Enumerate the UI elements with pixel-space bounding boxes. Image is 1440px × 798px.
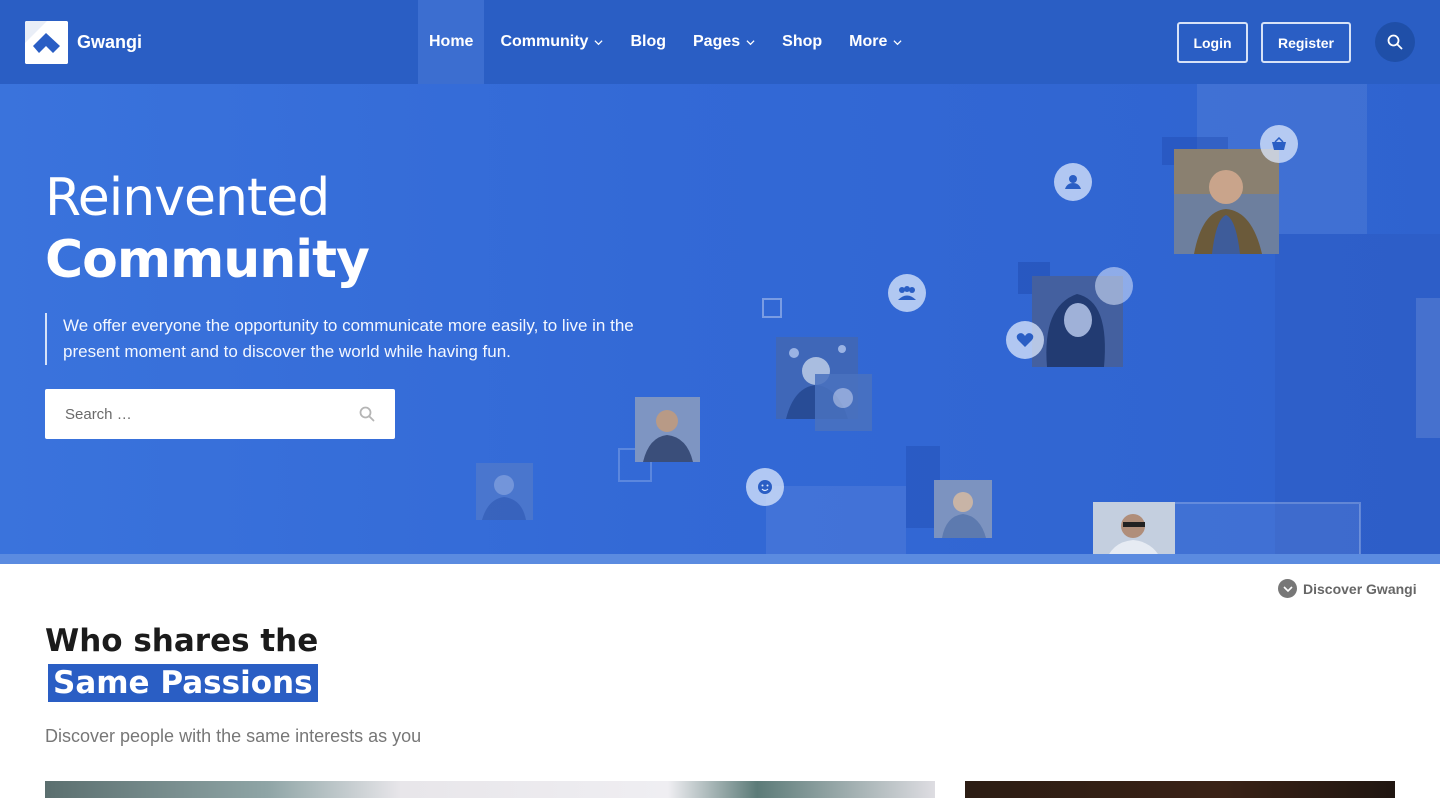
heart-icon xyxy=(1006,321,1044,359)
interest-card-image[interactable] xyxy=(45,781,935,798)
member-photo xyxy=(934,480,992,538)
nav-more-label: More xyxy=(849,33,888,50)
brand-name: Gwangi xyxy=(77,32,143,52)
hero-deco-square xyxy=(1165,502,1361,562)
hero-deco-panel xyxy=(766,486,906,556)
nav-blog-label: Blog xyxy=(630,33,666,50)
hero-title-line2: Community xyxy=(45,230,370,290)
chevron-down-icon xyxy=(594,39,603,45)
smile-icon xyxy=(746,468,784,506)
hero-title-line1: Reinvented xyxy=(45,168,330,228)
register-button[interactable]: Register xyxy=(1261,22,1351,63)
user-handshake-icon xyxy=(1054,163,1092,201)
nav-blog[interactable]: Blog xyxy=(614,0,677,84)
discover-link[interactable]: Discover Gwangi xyxy=(1278,579,1417,598)
section-title-highlight: Same Passions xyxy=(48,664,318,702)
member-photo xyxy=(635,397,700,462)
chevron-down-circle-icon xyxy=(1278,579,1297,598)
shopping-basket-icon xyxy=(1260,125,1298,163)
search-icon xyxy=(1387,34,1403,50)
group-icon xyxy=(888,274,926,312)
member-photo xyxy=(476,463,533,520)
hero-search-input[interactable] xyxy=(45,390,335,438)
nav-community[interactable]: Community xyxy=(484,0,614,84)
member-photo xyxy=(1174,149,1279,254)
nav-shop[interactable]: Shop xyxy=(766,0,833,84)
interest-card-image[interactable] xyxy=(965,781,1395,798)
section-subtitle: Discover people with the same interests … xyxy=(45,726,422,746)
nav-pages-label: Pages xyxy=(693,33,741,50)
hero-deco-panel xyxy=(1416,298,1440,438)
hero-search-box xyxy=(45,389,395,439)
main-nav: Home Community Blog Pages Shop More xyxy=(418,0,913,84)
nav-shop-label: Shop xyxy=(782,33,823,50)
hero-deco-square xyxy=(762,298,782,318)
member-photo xyxy=(815,374,872,431)
header-search-button[interactable] xyxy=(1375,22,1415,62)
nav-more[interactable]: More xyxy=(833,0,913,84)
chevron-down-icon xyxy=(746,39,755,45)
nav-home[interactable]: Home xyxy=(418,0,485,84)
nav-community-label: Community xyxy=(500,33,589,50)
nav-pages[interactable]: Pages xyxy=(677,0,766,84)
section-title: Who shares the xyxy=(45,623,319,659)
hero-description: We offer everyone the opportunity to com… xyxy=(45,313,685,365)
hero-section: Reinvented Community We offer everyone t… xyxy=(0,84,1440,564)
chevron-down-icon xyxy=(893,39,902,45)
site-header: Gwangi Home Community Blog Pages Shop Mo… xyxy=(0,0,1440,84)
discover-label: Discover Gwangi xyxy=(1303,580,1417,597)
logo-mark-icon xyxy=(25,21,68,64)
search-icon[interactable] xyxy=(359,406,375,422)
nav-home-label: Home xyxy=(429,33,474,50)
login-button[interactable]: Login xyxy=(1177,22,1248,63)
user-icon xyxy=(1095,267,1133,305)
hero-bottom-strip xyxy=(0,554,1440,564)
site-logo[interactable]: Gwangi xyxy=(25,21,142,64)
